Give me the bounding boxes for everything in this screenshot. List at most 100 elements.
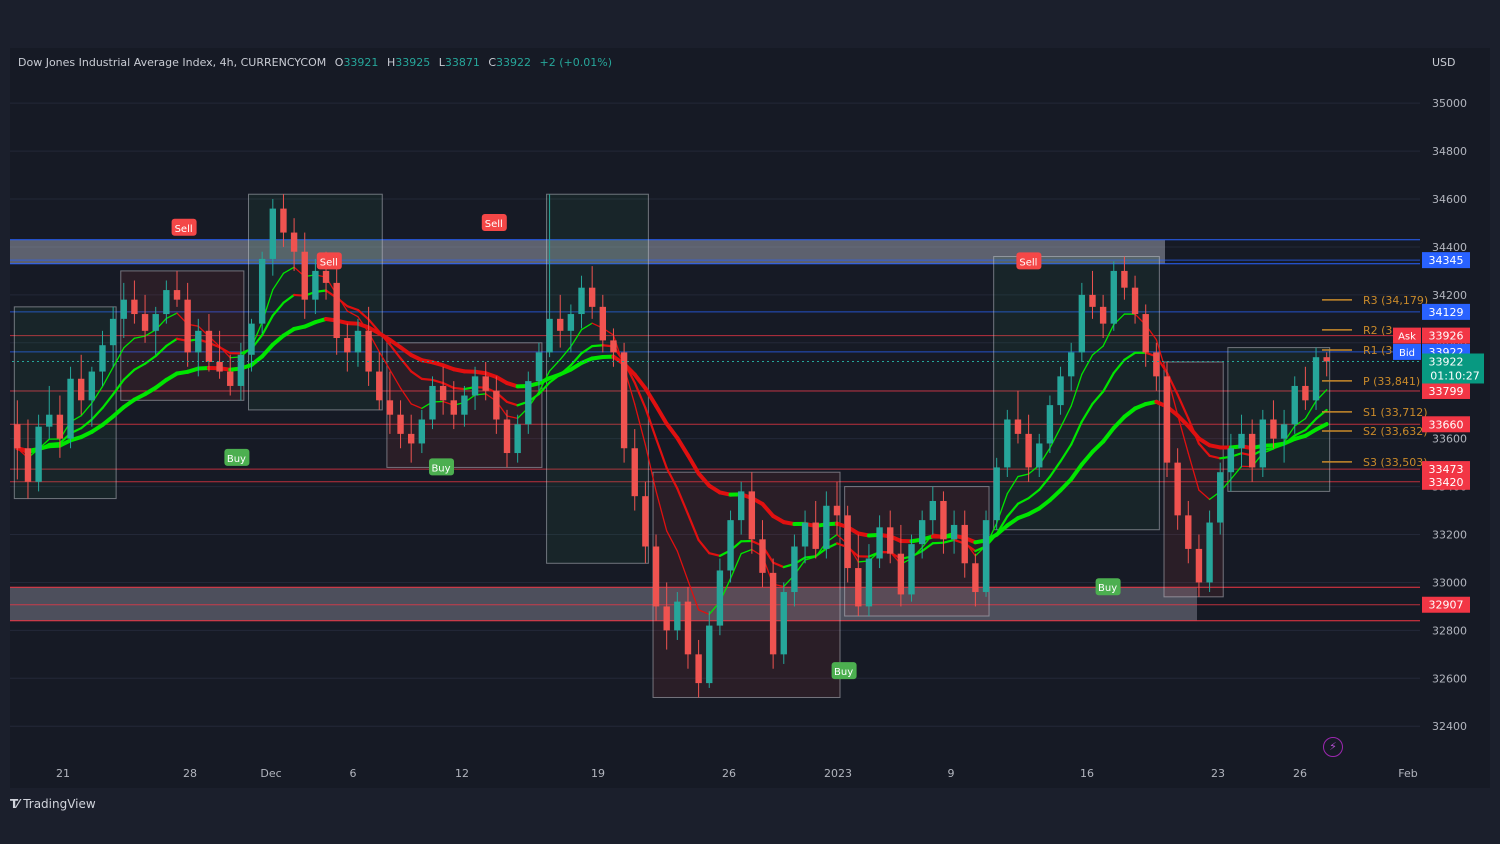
candle-body bbox=[844, 515, 851, 569]
time-axis-label: 23 bbox=[1211, 767, 1225, 780]
candle-body bbox=[748, 491, 756, 540]
time-axis-label: 26 bbox=[722, 767, 736, 780]
candle-body bbox=[588, 287, 596, 307]
candle-body bbox=[631, 448, 638, 497]
ema-segment bbox=[803, 555, 817, 559]
candle-body bbox=[365, 330, 372, 372]
price-axis-label: 34200 bbox=[1432, 289, 1467, 302]
candle-body bbox=[578, 287, 585, 315]
lightning-icon[interactable]: ⚡ bbox=[1323, 737, 1343, 757]
time-axis-label: Dec bbox=[260, 767, 281, 780]
candle-body bbox=[1206, 522, 1213, 583]
pivot-label: R1 (3 bbox=[1363, 344, 1392, 357]
candle-body bbox=[887, 527, 894, 554]
candle-body bbox=[961, 524, 968, 564]
ema-segment bbox=[654, 437, 668, 470]
candle-body bbox=[269, 208, 276, 259]
time-axis-label: 26 bbox=[1293, 767, 1307, 780]
candle-body bbox=[950, 524, 958, 540]
ema-segment bbox=[685, 453, 701, 476]
ema-segment bbox=[654, 403, 669, 426]
price-chart[interactable]: R3 (34,179) R2 (3 R1 (3 P (33,841) S1 (33,71… bbox=[0, 0, 1500, 844]
ema-segment bbox=[420, 377, 434, 382]
price-tag-label: 32907 bbox=[1429, 599, 1464, 612]
candle-body bbox=[1270, 419, 1277, 439]
pivot-label: S1 (33,712) bbox=[1363, 406, 1428, 419]
candle-body bbox=[993, 467, 1000, 521]
candle-body bbox=[376, 371, 383, 401]
candle-body bbox=[195, 330, 202, 353]
candle-body bbox=[706, 625, 713, 684]
candle-body bbox=[684, 601, 692, 655]
candle-body bbox=[599, 306, 606, 341]
price-axis-label: 34800 bbox=[1432, 145, 1467, 158]
low-value: 33871 bbox=[444, 56, 480, 69]
price-axis-label: 32400 bbox=[1432, 720, 1467, 733]
candle-body bbox=[972, 563, 979, 593]
candle-body bbox=[1057, 376, 1064, 406]
price-axis-label: 33600 bbox=[1432, 433, 1467, 446]
price-axis-label: 32600 bbox=[1432, 672, 1467, 685]
price-tag-label: 33926 bbox=[1429, 330, 1464, 343]
candle-body bbox=[1121, 270, 1128, 288]
time-axis-label: 19 bbox=[591, 767, 605, 780]
candle-body bbox=[695, 654, 702, 684]
candle-body bbox=[780, 592, 787, 655]
candle-body bbox=[1185, 515, 1192, 549]
candle-body bbox=[535, 352, 543, 382]
signal-label: Buy bbox=[1098, 583, 1117, 594]
price-tag-label: 34129 bbox=[1429, 306, 1464, 319]
pivot-label: P (33,841) bbox=[1363, 375, 1420, 388]
candle-body bbox=[386, 400, 394, 415]
high-label: H bbox=[386, 56, 396, 69]
candle-body bbox=[471, 376, 479, 396]
bar-countdown: 01:10:27 bbox=[1430, 369, 1479, 382]
candle-body bbox=[1110, 270, 1117, 324]
candle-body bbox=[227, 371, 234, 386]
candle-body bbox=[109, 318, 117, 346]
candle-body bbox=[418, 419, 426, 444]
candle-body bbox=[801, 522, 809, 547]
candle-body bbox=[482, 376, 489, 391]
candle-body bbox=[461, 395, 468, 415]
candle-body bbox=[674, 601, 681, 631]
candle-body bbox=[1174, 462, 1181, 516]
candle-body bbox=[1280, 424, 1288, 439]
tradingview-logo[interactable]: T⁄ TradingView bbox=[10, 797, 96, 811]
candle-body bbox=[290, 232, 298, 252]
candle-body bbox=[918, 520, 926, 545]
candle-body bbox=[1323, 357, 1330, 362]
candle-body bbox=[1291, 385, 1298, 425]
price-axis-label: 32800 bbox=[1432, 624, 1467, 637]
price-tag-prefix: Bid bbox=[1399, 348, 1415, 359]
candle-body bbox=[312, 270, 319, 300]
candle-body bbox=[1131, 287, 1139, 315]
change-value: +2 (+0.01%) bbox=[539, 56, 613, 69]
zone-band bbox=[10, 587, 1197, 621]
candle-body bbox=[929, 500, 936, 521]
candle-body bbox=[1312, 357, 1320, 401]
candle-body bbox=[1036, 443, 1043, 468]
candle-body bbox=[322, 270, 330, 283]
candle-body bbox=[56, 414, 64, 439]
ema-segment bbox=[931, 541, 945, 545]
candle-body bbox=[1153, 352, 1160, 377]
candle-body bbox=[439, 385, 447, 401]
candle-body bbox=[652, 546, 660, 607]
candle-body bbox=[1217, 472, 1224, 523]
candle-body bbox=[429, 385, 436, 420]
candle-body bbox=[141, 314, 149, 331]
signal-label: Sell bbox=[485, 219, 503, 230]
open-value: 33921 bbox=[343, 56, 379, 69]
candle-body bbox=[1259, 419, 1266, 468]
symbol-legend: Dow Jones Industrial Average Index, 4h, … bbox=[18, 56, 612, 69]
candle-body bbox=[237, 354, 245, 386]
candle-body bbox=[493, 390, 500, 420]
tradingview-logo-text: TradingView bbox=[23, 797, 96, 811]
candle-body bbox=[982, 520, 990, 593]
candle-body bbox=[833, 505, 841, 516]
close-value: 33922 bbox=[496, 56, 532, 69]
signal-label: Sell bbox=[1019, 257, 1037, 268]
candle-body bbox=[99, 345, 106, 372]
candle-body bbox=[1068, 352, 1075, 377]
